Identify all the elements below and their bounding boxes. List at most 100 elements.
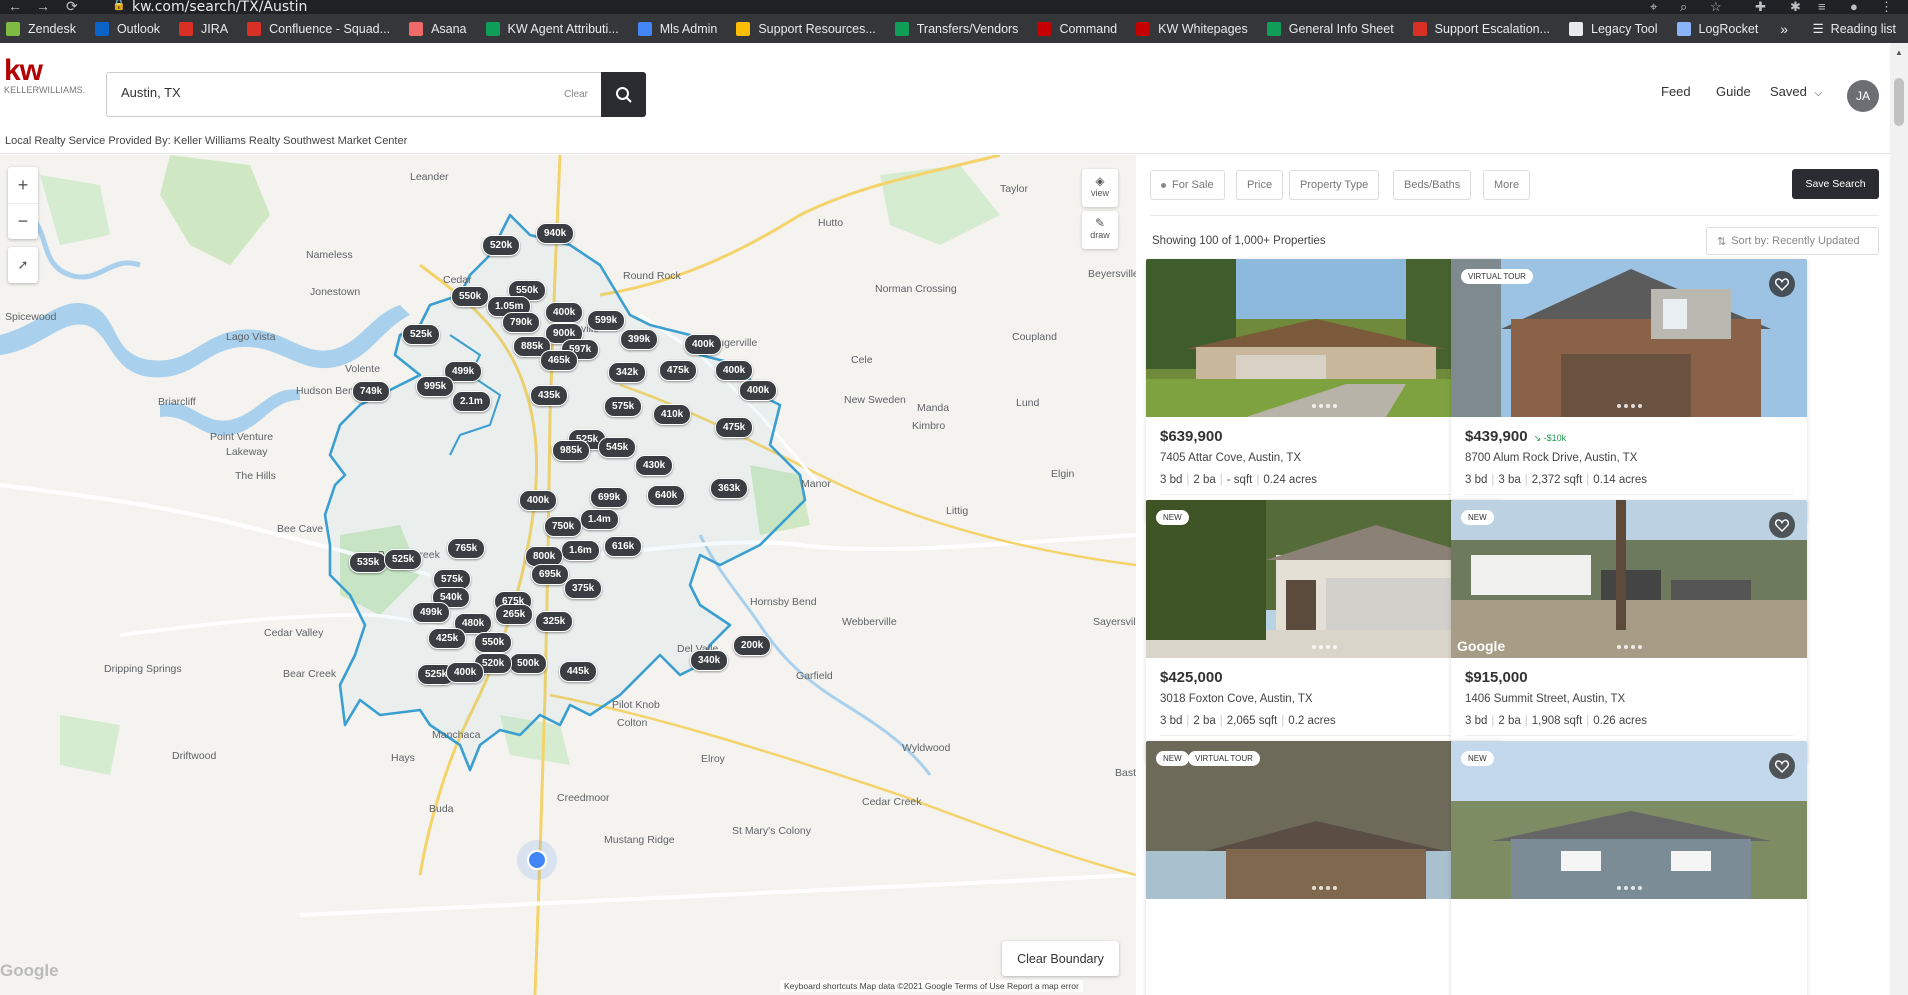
map[interactable]: Leander Taylor Hutto Nameless Cedar Round Roc… [0,155,1136,995]
zoom-out-button[interactable]: − [8,203,38,239]
listing-address[interactable]: 7405 Attar Cove, Austin, TX [1160,452,1301,464]
kw-logo[interactable]: kw KELLERWILLIAMS. [4,56,96,96]
bookmark-item[interactable]: Transfers/Vendors [894,21,1018,36]
bookmark-item[interactable]: Support Escalation... [1412,21,1550,36]
listing-address[interactable]: 1406 Summit Street, Austin, TX [1465,693,1625,705]
back-icon[interactable]: ← [8,0,22,14]
nav-feed[interactable]: Feed [1661,84,1691,99]
locate-me-button[interactable]: ➚ [8,247,38,283]
favorite-button[interactable] [1769,753,1795,779]
nav-saved[interactable]: Saved ⌵ [1770,84,1822,99]
favorite-button[interactable] [1769,512,1795,538]
map-price-pin[interactable]: 985k [552,440,591,461]
map-price-pin[interactable]: 400k [715,360,754,381]
map-price-pin[interactable]: 525k [402,324,441,345]
map-price-pin[interactable]: 1.4m [580,509,619,530]
map-price-pin[interactable]: 749k [352,381,391,402]
bookmark-item[interactable]: Legacy Tool [1569,21,1658,36]
map-price-pin[interactable]: 995k [416,376,455,397]
map-price-pin[interactable]: 616k [604,536,643,557]
map-price-pin[interactable]: 499k [412,602,451,623]
bookmark-item[interactable]: Asana [409,21,467,36]
bookmarks-more-button[interactable]: » [1780,14,1788,43]
map-price-pin[interactable]: 1.6m [561,540,600,561]
bookmark-item[interactable]: General Info Sheet [1266,21,1394,36]
location-icon[interactable]: ⌖ [1650,0,1657,15]
map-price-pin[interactable]: 399k [620,329,659,350]
map-price-pin[interactable]: 550k [451,286,490,307]
save-search-button[interactable]: Save Search [1792,169,1879,199]
map-price-pin[interactable]: 940k [536,223,575,244]
filter-for-sale[interactable]: For Sale [1150,170,1225,200]
search-input[interactable] [121,85,501,100]
sort-dropdown[interactable]: ⇅ Sort by: Recently Updated [1706,227,1879,255]
photo-carousel-dots[interactable] [1312,645,1337,649]
zoom-in-button[interactable]: + [8,167,38,203]
filter-beds-baths[interactable]: Beds/Baths [1393,170,1472,200]
bookmark-item[interactable]: Command [1037,21,1117,36]
map-price-pin[interactable]: 400k [446,662,485,683]
map-price-pin[interactable]: 430k [635,455,674,476]
map-price-pin[interactable]: 400k [739,380,778,401]
listing-card[interactable]: $639,900 7405 Attar Cove, Austin, TX 3 bd |… [1146,259,1502,521]
map-price-pin[interactable]: 699k [590,487,629,508]
listing-card[interactable]: New [1451,741,1807,995]
listing-address[interactable]: 3018 Foxton Cove, Austin, TX [1160,693,1313,705]
filter-property-type[interactable]: Property Type [1289,170,1380,200]
map-price-pin[interactable]: 325k [535,611,574,632]
bookmark-item[interactable]: JIRA [179,21,228,36]
map-price-pin[interactable]: 410k [653,404,692,425]
map-price-pin[interactable]: 342k [608,362,647,383]
puzzle-icon[interactable]: ✱ [1790,0,1801,15]
map-price-pin[interactable]: 545k [598,437,637,458]
map-price-pin[interactable]: 520k [482,235,521,256]
profile-icon[interactable]: ● [1850,0,1858,14]
menu-icon[interactable]: ⋮ [1880,0,1893,15]
filter-more[interactable]: More [1483,170,1531,200]
map-price-pin[interactable]: 765k [447,538,486,559]
listing-card[interactable]: New Virtual Tour [1146,741,1502,995]
map-view-button[interactable]: ◈ view [1082,169,1118,207]
bookmark-item[interactable]: Zendesk [6,21,76,36]
bookmark-item[interactable]: LogRocket [1676,21,1758,36]
map-price-pin[interactable]: 475k [715,417,754,438]
address-bar[interactable]: kw.com/search/TX/Austin [132,0,307,15]
map-price-pin[interactable]: 400k [545,302,584,323]
listing-photo[interactable] [1451,500,1807,658]
listing-photo[interactable] [1451,741,1807,899]
avatar[interactable]: JA [1847,80,1879,112]
extension-icon[interactable]: ✚ [1755,0,1766,15]
scroll-thumb[interactable] [1894,78,1904,126]
map-price-pin[interactable]: 640k [647,485,686,506]
star-icon[interactable]: ☆ [1710,0,1722,15]
reading-list-button[interactable]: ☰ Reading list [1812,14,1896,43]
listing-address[interactable]: 8700 Alum Rock Drive, Austin, TX [1465,452,1637,464]
reload-icon[interactable]: ⟳ [66,0,78,15]
map-attribution[interactable]: Keyboard shortcuts Map data ©2021 Google… [780,980,1083,992]
map-price-pin[interactable]: 375k [564,578,603,599]
nav-guide[interactable]: Guide [1716,84,1751,99]
map-price-pin[interactable]: 790k [502,312,541,333]
bookmark-item[interactable]: Outlook [94,21,160,36]
listing-card[interactable]: New $425,000 3018 Foxton Cove, Austin, TX 3… [1146,500,1502,762]
listing-card[interactable]: Google New $915,000 1406 Summit Street, Aus… [1451,500,1807,762]
bookmark-item[interactable]: Mls Admin [637,21,717,36]
scroll-up-icon[interactable]: ▲ [1895,48,1903,57]
forward-icon[interactable]: → [36,0,50,14]
map-price-pin[interactable]: 2.1m [452,391,491,412]
map-price-pin[interactable]: 599k [587,310,626,331]
map-price-pin[interactable]: 695k [531,564,570,585]
bookmark-item[interactable]: Support Resources... [736,21,876,36]
map-price-pin[interactable]: 265k [495,604,534,625]
bookmark-item[interactable]: KW Agent Attributi... [485,21,619,36]
map-price-pin[interactable]: 575k [604,396,643,417]
filter-price[interactable]: Price [1236,170,1284,200]
map-price-pin[interactable]: 200k [733,635,772,656]
map-price-pin[interactable]: 425k [428,628,467,649]
map-price-pin[interactable]: 340k [690,650,729,671]
photo-carousel-dots[interactable] [1617,886,1642,890]
map-price-pin[interactable]: 445k [559,661,598,682]
map-price-pin[interactable]: 535k [349,552,388,573]
map-price-pin[interactable]: 500k [509,653,548,674]
photo-carousel-dots[interactable] [1312,404,1337,408]
